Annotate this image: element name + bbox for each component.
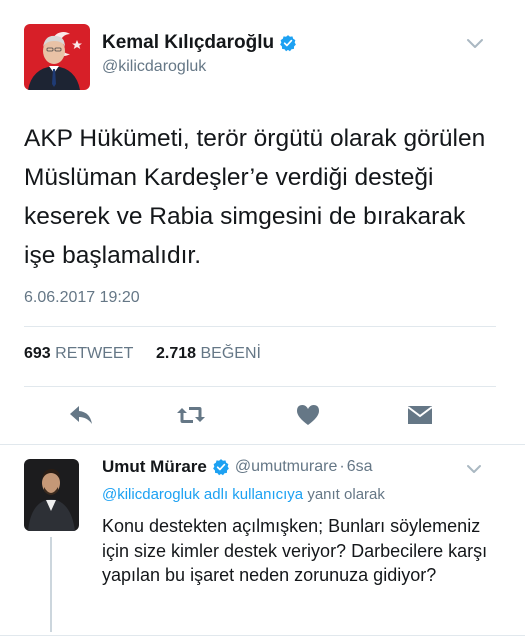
reply-author-handle[interactable]: @umutmurare [235,458,338,476]
reply-icon [70,406,92,424]
replying-suffix: yanıt olarak [307,486,385,503]
retweet-label[interactable]: RETWEET [55,345,133,362]
avatar[interactable] [24,24,90,90]
author-name[interactable]: Kemal Kılıçdaroğlu [102,32,297,54]
chevron-down-icon[interactable] [466,464,482,475]
tweet-stats: 693 RETWEET 2.718 BEĞENİ [24,345,261,363]
like-button[interactable] [293,402,323,428]
reply-tweet: Umut Mürare @umutmurare · 6sa @kilicdaro… [0,445,525,638]
author-name-text[interactable]: Kemal Kılıçdaroğlu [102,32,274,54]
retweet-button[interactable] [176,402,206,428]
dot-separator: · [339,458,345,475]
like-count[interactable]: 2.718 [156,345,196,362]
replying-mention[interactable]: @kilicdarogluk adlı kullanıcıya [102,486,303,503]
reply-author-name[interactable]: Umut Mürare [102,457,207,477]
message-button[interactable] [405,402,435,428]
chevron-down-icon[interactable] [466,38,484,50]
replying-to: @kilicdarogluk adlı kullanıcıya yanıt ol… [102,486,385,503]
reply-button[interactable] [66,402,96,428]
thread-line [50,537,52,632]
reply-time[interactable]: 6sa [347,458,373,476]
tweet-timestamp[interactable]: 6.06.2017 19:20 [24,289,140,307]
like-label[interactable]: BEĞENİ [201,345,261,362]
reply-text: Konu destekten açılmışken; Bunları söyle… [102,516,488,585]
main-tweet: Kemal Kılıçdaroğlu @kilicdarogluk AKP Hü… [0,0,525,445]
tweet-text: AKP Hükümeti, terör örgütü olarak görüle… [24,125,486,269]
reply-header: Umut Mürare @umutmurare · 6sa [102,457,372,477]
retweet-icon [177,407,205,423]
verified-badge-icon [212,459,229,476]
like-icon [297,405,319,425]
verified-badge-icon [280,35,296,52]
reply-avatar[interactable] [24,459,79,531]
divider [24,326,496,327]
message-icon [407,406,433,424]
divider [24,386,496,387]
divider [0,635,525,636]
retweet-count[interactable]: 693 [24,345,51,362]
author-handle[interactable]: @kilicdarogluk [102,58,206,76]
